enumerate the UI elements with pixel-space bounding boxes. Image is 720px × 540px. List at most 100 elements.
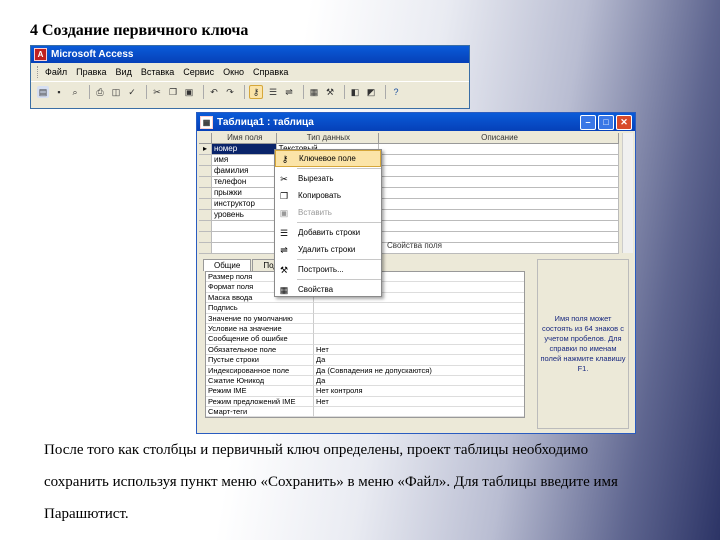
row-selector[interactable] xyxy=(199,232,212,243)
row-selector[interactable] xyxy=(199,166,212,177)
field-name-cell[interactable]: телефон xyxy=(211,177,277,188)
context-menu-item[interactable]: ✂ Вырезать xyxy=(275,170,381,187)
property-row[interactable]: Сжатие Юникод Да xyxy=(206,375,524,387)
maximize-button[interactable]: □ xyxy=(598,115,614,130)
description-cell[interactable] xyxy=(379,177,619,188)
property-value[interactable]: Да (Совпадения не допускаются) xyxy=(314,366,524,376)
field-name-cell[interactable]: фамилия xyxy=(211,166,277,177)
context-menu-item[interactable]: ☰ Добавить строки xyxy=(275,224,381,241)
context-menu-item[interactable]: ⚷ Ключевое поле xyxy=(275,150,381,167)
grid-scrollbar[interactable] xyxy=(622,133,633,253)
field-name-cell[interactable]: имя xyxy=(211,155,277,166)
database-window-icon[interactable]: ◧ xyxy=(349,86,361,98)
table-row[interactable]: телефон xyxy=(199,177,619,188)
table-row[interactable]: ▸номерТекстовый xyxy=(199,144,619,155)
field-name-cell[interactable] xyxy=(211,221,277,232)
primary-key-icon[interactable]: ⚷ xyxy=(249,85,263,99)
menu-view[interactable]: Вид xyxy=(116,67,132,77)
spell-icon[interactable]: ✓ xyxy=(126,86,138,98)
menu-help[interactable]: Справка xyxy=(253,67,288,77)
description-cell[interactable] xyxy=(379,221,619,232)
property-row[interactable]: Значение по умолчанию xyxy=(206,313,524,324)
property-row[interactable]: Режим IME Нет контроля xyxy=(206,386,524,397)
property-value[interactable] xyxy=(314,324,524,335)
property-value[interactable]: Нет xyxy=(314,345,524,356)
cut-icon[interactable]: ✂ xyxy=(151,86,163,98)
property-value[interactable]: Нет xyxy=(314,397,524,408)
field-name-cell[interactable]: инструктор xyxy=(211,199,277,210)
property-row[interactable]: Сообщение об ошибке xyxy=(206,334,524,345)
tab-general[interactable]: Общие xyxy=(203,259,252,271)
property-value[interactable] xyxy=(314,303,524,314)
menu-tools[interactable]: Сервис xyxy=(183,67,214,77)
property-value[interactable]: Нет контроля xyxy=(314,386,524,397)
property-row[interactable]: Условие на значение xyxy=(206,323,524,335)
row-selector[interactable] xyxy=(199,199,212,210)
description-cell[interactable] xyxy=(379,155,619,166)
table-row[interactable]: фамилия xyxy=(199,166,619,177)
menu-file[interactable]: Файл xyxy=(45,67,67,77)
property-value[interactable] xyxy=(314,407,524,418)
minimize-button[interactable]: – xyxy=(580,115,596,130)
search-icon[interactable]: ⌕ xyxy=(69,86,81,98)
property-value[interactable]: Да xyxy=(314,355,524,366)
preview-icon[interactable]: ◫ xyxy=(110,86,122,98)
property-value[interactable]: Да xyxy=(314,376,524,387)
properties-icon[interactable]: ▦ xyxy=(308,86,320,98)
build-icon[interactable]: ⚒ xyxy=(324,86,336,98)
context-menu-item[interactable]: ⚒ Построить... xyxy=(275,261,381,278)
field-name-cell[interactable] xyxy=(211,243,277,254)
access-title: Microsoft Access xyxy=(51,49,134,60)
context-menu-item[interactable]: ⇌ Удалить строки xyxy=(275,241,381,258)
menu-item-label: Вставить xyxy=(298,208,332,217)
field-name-cell[interactable] xyxy=(211,232,277,243)
description-cell[interactable] xyxy=(379,210,619,221)
property-row[interactable]: Смарт-теги xyxy=(206,407,524,418)
row-selector[interactable] xyxy=(199,221,212,232)
save-icon[interactable]: ▪ xyxy=(53,86,65,98)
slide-title: 4 Создание первичного ключа xyxy=(30,22,249,39)
description-cell[interactable] xyxy=(379,188,619,199)
table-row[interactable]: имя xyxy=(199,155,619,166)
menu-window[interactable]: Окно xyxy=(223,67,244,77)
insert-rows-icon[interactable]: ☰ xyxy=(267,86,279,98)
context-menu-item[interactable]: ❐ Копировать xyxy=(275,187,381,204)
paste-icon[interactable]: ▣ xyxy=(183,86,195,98)
property-row[interactable]: Обязательное поле Нет xyxy=(206,344,524,356)
new-object-icon[interactable]: ◩ xyxy=(365,86,377,98)
property-row[interactable]: Пустые строки Да xyxy=(206,355,524,366)
table-icon: ▦ xyxy=(200,115,213,129)
row-selector[interactable] xyxy=(199,188,212,199)
help-icon[interactable]: ? xyxy=(390,86,402,98)
empty-row[interactable] xyxy=(199,221,619,232)
field-name-cell[interactable]: прыжки xyxy=(211,188,277,199)
delete-rows-icon[interactable]: ⇌ xyxy=(283,86,295,98)
row-selector[interactable] xyxy=(199,177,212,188)
property-row[interactable]: Подпись xyxy=(206,303,524,314)
property-value[interactable] xyxy=(314,314,524,324)
undo-icon[interactable]: ↶ xyxy=(208,86,220,98)
property-row[interactable]: Индексированное поле Да (Совпадения не до… xyxy=(206,365,524,376)
copy-icon[interactable]: ❐ xyxy=(167,86,179,98)
property-row[interactable]: Режим предложений IME Нет xyxy=(206,396,524,408)
field-name-cell[interactable]: номер xyxy=(211,144,277,155)
row-selector[interactable] xyxy=(199,155,212,166)
menu-edit[interactable]: Правка xyxy=(76,67,106,77)
selected-row-icon[interactable]: ▸ xyxy=(199,144,212,155)
table-row[interactable]: уровень xyxy=(199,210,619,221)
context-menu-item[interactable]: ▦ Свойства xyxy=(275,281,381,298)
view-icon[interactable]: ▤ xyxy=(37,86,49,98)
close-button[interactable]: ✕ xyxy=(616,115,632,130)
description-cell[interactable] xyxy=(379,199,619,210)
print-icon[interactable]: ⎙ xyxy=(94,86,106,98)
field-name-cell[interactable]: уровень xyxy=(211,210,277,221)
table-row[interactable]: инструктор xyxy=(199,199,619,210)
redo-icon[interactable]: ↷ xyxy=(224,86,236,98)
table-row[interactable]: прыжки xyxy=(199,188,619,199)
property-value[interactable] xyxy=(314,334,524,345)
row-selector[interactable] xyxy=(199,210,212,221)
description-cell[interactable] xyxy=(379,144,619,155)
description-cell[interactable] xyxy=(379,166,619,177)
menu-insert[interactable]: Вставка xyxy=(141,67,174,77)
row-selector[interactable] xyxy=(199,243,212,254)
